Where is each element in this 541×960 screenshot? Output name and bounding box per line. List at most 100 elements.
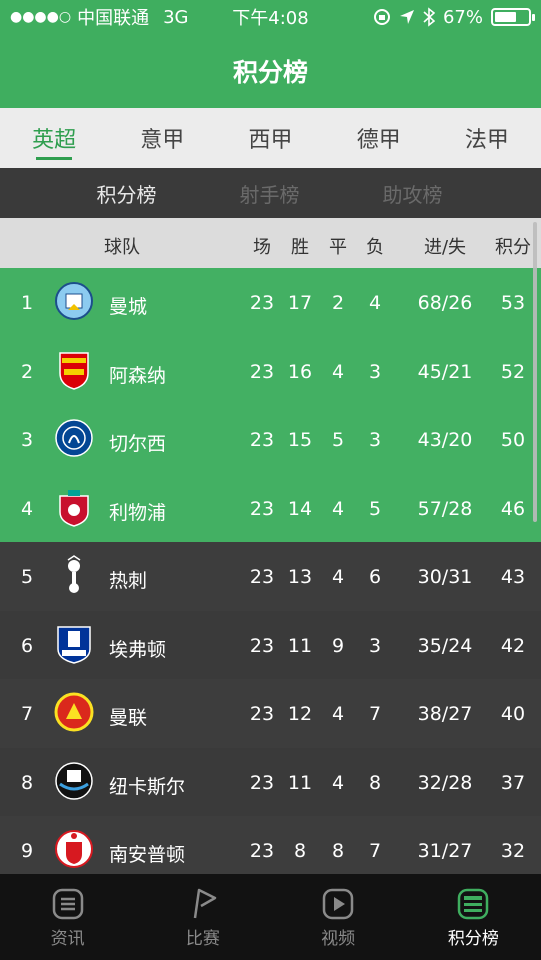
- goals-for-against: 32/28: [417, 771, 473, 794]
- scrollbar[interactable]: [533, 222, 537, 522]
- played-count: 23: [249, 292, 275, 314]
- network-type: 3G: [163, 6, 189, 28]
- match-icon: [193, 888, 217, 918]
- table-row[interactable]: 8 纽卡斯尔 23 11 4 8 32/28 37: [0, 747, 541, 816]
- played-count: 23: [249, 360, 275, 383]
- tab-standings[interactable]: 积分榜: [55, 179, 198, 208]
- tab-serie-a[interactable]: 意甲: [108, 108, 216, 168]
- goals-for-against: 57/28: [417, 497, 473, 520]
- lost-count: 5: [368, 497, 382, 520]
- tab-top-scorers[interactable]: 射手榜: [198, 179, 341, 208]
- lost-count: 6: [368, 566, 382, 588]
- goals-for-against: 45/21: [417, 360, 473, 383]
- drawn-count: 2: [331, 292, 345, 314]
- tab-bundesliga[interactable]: 德甲: [325, 108, 433, 168]
- team-rank: 5: [20, 566, 34, 588]
- league-tabs: 英超 意甲 西甲 德甲 法甲: [0, 108, 541, 168]
- status-bar: ●●●●○ 中国联通 3G 下午4:08 67%: [0, 0, 541, 34]
- drawn-count: 4: [331, 771, 345, 794]
- goals-for-against: 43/20: [417, 429, 473, 451]
- points-total: 32: [500, 840, 526, 862]
- everton-crest-icon: [54, 623, 94, 665]
- chelsea-crest-icon: [54, 417, 94, 459]
- points-total: 37: [500, 771, 526, 794]
- won-count: 8: [293, 840, 307, 862]
- tab-la-liga[interactable]: 西甲: [216, 108, 324, 168]
- tab-video-label: 视频: [321, 928, 356, 949]
- sub-tabs: 积分榜 射手榜 助攻榜: [0, 168, 541, 218]
- goals-for-against: 31/27: [417, 840, 473, 862]
- standings-list[interactable]: 1 曼城 23 17 2 4 68/26 53 2 阿森纳 23 16 4 3 45/21 52 3 切尔西 23 1…: [0, 268, 541, 874]
- points-total: 46: [500, 497, 526, 520]
- table-row[interactable]: 5 热刺 23 13 4 6 30/31 43: [0, 542, 541, 611]
- won-count: 11: [287, 634, 313, 657]
- won-count: 16: [287, 360, 313, 383]
- drawn-count: 8: [331, 840, 345, 862]
- tab-premier-league[interactable]: 英超: [0, 108, 108, 168]
- table-row[interactable]: 2 阿森纳 23 16 4 3 45/21 52: [0, 336, 541, 405]
- tab-top-assists[interactable]: 助攻榜: [341, 179, 484, 208]
- location-icon: [399, 10, 414, 24]
- tab-news-label: 资讯: [50, 928, 85, 949]
- rotation-lock-icon: [373, 9, 390, 25]
- team-name: 曼联: [109, 707, 148, 729]
- standings-icon: [458, 888, 489, 919]
- tab-matches[interactable]: 比赛: [135, 874, 270, 960]
- team-rank: 1: [20, 292, 34, 314]
- team-name: 埃弗顿: [109, 638, 167, 661]
- tab-video[interactable]: 视频: [271, 874, 406, 960]
- played-count: 23: [249, 634, 275, 657]
- arsenal-crest-icon: [54, 349, 94, 391]
- header-won: 胜: [291, 237, 309, 258]
- goals-for-against: 68/26: [417, 292, 473, 314]
- team-name: 热刺: [109, 570, 148, 592]
- goals-for-against: 38/27: [417, 703, 473, 725]
- table-row[interactable]: 3 切尔西 23 15 5 3 43/20 50: [0, 405, 541, 474]
- carrier-name: 中国联通: [77, 8, 150, 29]
- header-points: 积分: [495, 237, 531, 258]
- bottom-tab-bar: 资讯 比赛 视频 积分榜: [0, 874, 541, 960]
- tottenham-crest-icon: [54, 554, 94, 596]
- liverpool-crest-icon: [54, 486, 94, 528]
- man-utd-crest-icon: [54, 691, 94, 733]
- table-row[interactable]: 6 埃弗顿 23 11 9 3 35/24 42: [0, 610, 541, 679]
- drawn-count: 4: [331, 360, 345, 383]
- header-goals: 进/失: [423, 237, 467, 258]
- tab-ligue-1[interactable]: 法甲: [433, 108, 541, 168]
- won-count: 17: [287, 292, 313, 314]
- drawn-count: 4: [331, 497, 345, 520]
- lost-count: 7: [368, 703, 382, 725]
- points-total: 42: [500, 634, 526, 657]
- played-count: 23: [249, 497, 275, 520]
- page-title: 积分榜: [232, 58, 308, 87]
- won-count: 13: [287, 566, 313, 588]
- header-lost: 负: [366, 237, 384, 258]
- team-name: 南安普顿: [109, 844, 186, 866]
- drawn-count: 4: [331, 566, 345, 588]
- tab-news[interactable]: 资讯: [0, 874, 135, 960]
- header-played: 场: [253, 237, 271, 258]
- won-count: 12: [287, 703, 313, 725]
- table-row[interactable]: 7 曼联 23 12 4 7 38/27 40: [0, 679, 541, 748]
- goals-for-against: 30/31: [417, 566, 473, 588]
- video-icon: [322, 888, 354, 919]
- played-count: 23: [249, 703, 275, 725]
- southampton-crest-icon: [54, 828, 94, 870]
- won-count: 14: [287, 497, 313, 520]
- lost-count: 8: [368, 771, 382, 794]
- points-total: 52: [500, 360, 526, 383]
- team-rank: 3: [20, 429, 34, 451]
- team-rank: 7: [20, 703, 34, 725]
- signal-strength-icon: ●●●●○: [10, 9, 72, 25]
- table-row[interactable]: 1 曼城 23 17 2 4 68/26 53: [0, 268, 541, 337]
- points-total: 40: [500, 703, 526, 725]
- drawn-count: 5: [331, 429, 345, 451]
- team-rank: 6: [20, 634, 34, 657]
- bluetooth-icon: [423, 7, 435, 27]
- table-row[interactable]: 4 利物浦 23 14 4 5 57/28 46: [0, 473, 541, 542]
- tab-matches-label: 比赛: [185, 928, 220, 949]
- tab-standings-bottom[interactable]: 积分榜: [406, 874, 541, 960]
- table-row[interactable]: 9 南安普顿 23 8 8 7 31/27 32: [0, 816, 541, 874]
- battery-icon: [491, 8, 535, 26]
- played-count: 23: [249, 429, 275, 451]
